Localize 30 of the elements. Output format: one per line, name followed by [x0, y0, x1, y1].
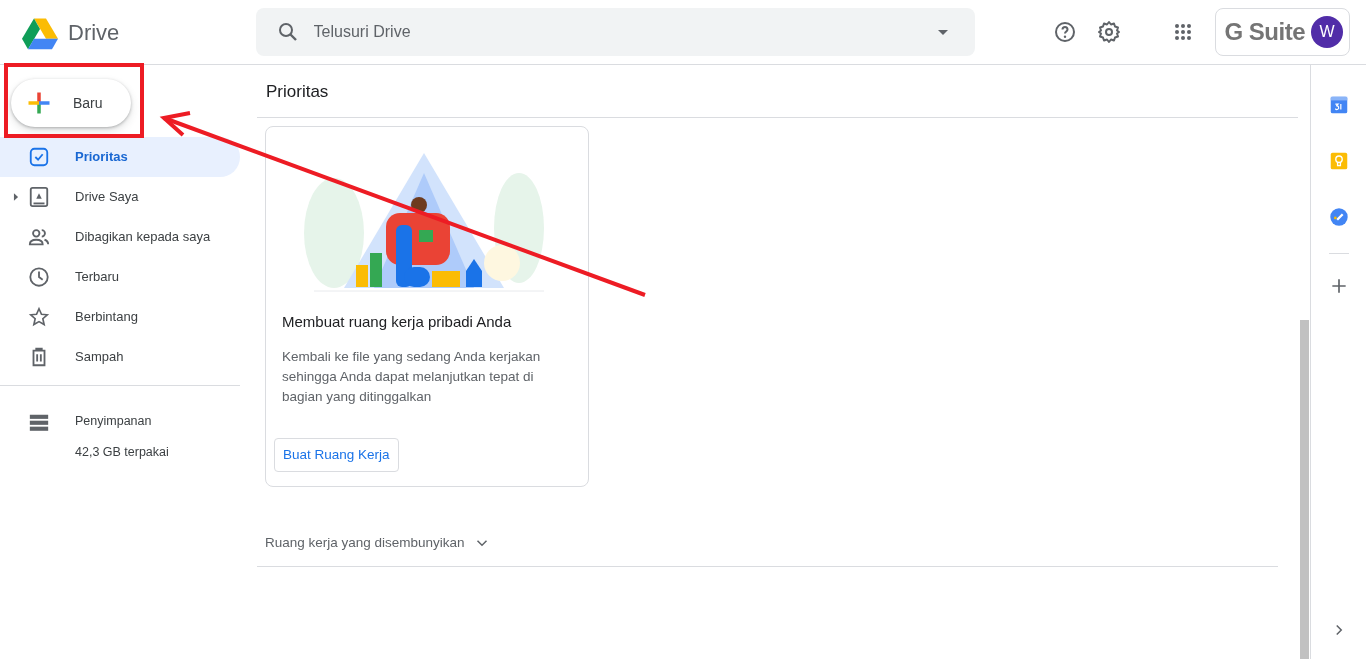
card-title: Membuat ruang kerja pribadi Anda — [282, 311, 513, 332]
new-button[interactable]: Baru — [11, 79, 131, 127]
expand-caret-icon[interactable] — [11, 192, 21, 202]
storage-icon — [28, 412, 50, 434]
account-switcher[interactable]: G Suite W — [1215, 8, 1350, 56]
create-workspace-button[interactable]: Buat Ruang Kerja — [274, 438, 399, 473]
card-description: Kembali ke file yang sedang Anda kerjakan sehingga Anda dapat melanjutkan tepat di bagian yang ditinggalkan — [282, 348, 542, 406]
sidebar-item[interactable]: Berbintang — [0, 297, 240, 337]
page-title: Prioritas — [257, 65, 1298, 118]
drive-icon — [28, 186, 50, 208]
search-input[interactable]: Telusuri Drive — [311, 19, 932, 45]
storage-usage: 42,3 GB terpakai — [75, 443, 169, 461]
sidebar-item[interactable]: Drive Saya — [0, 177, 240, 217]
star-icon — [28, 306, 50, 328]
check-circle-icon[interactable] — [1327, 206, 1350, 228]
sidebar-item[interactable]: Sampah — [0, 337, 240, 377]
scrollbar-thumb[interactable] — [1300, 320, 1309, 659]
section-toggle[interactable]: Ruang kerja yang disembunyikan — [265, 533, 465, 554]
settings-icon[interactable] — [1097, 20, 1122, 44]
avatar[interactable]: W — [1311, 16, 1343, 48]
storage-label: Penyimpanan — [75, 413, 153, 430]
clock-icon — [28, 266, 50, 288]
brand-name: G Suite — [1224, 17, 1305, 47]
sidebar-item[interactable]: Dibagikan kepada saya — [0, 217, 240, 257]
sidebar-item[interactable]: Terbaru — [0, 257, 240, 297]
checkbox-icon — [28, 146, 50, 168]
sidebar-item[interactable]: Prioritas — [0, 137, 240, 177]
people-icon — [28, 226, 50, 248]
search-field[interactable]: Telusuri Drive — [255, 8, 976, 56]
app-title: Drive — [68, 18, 120, 47]
